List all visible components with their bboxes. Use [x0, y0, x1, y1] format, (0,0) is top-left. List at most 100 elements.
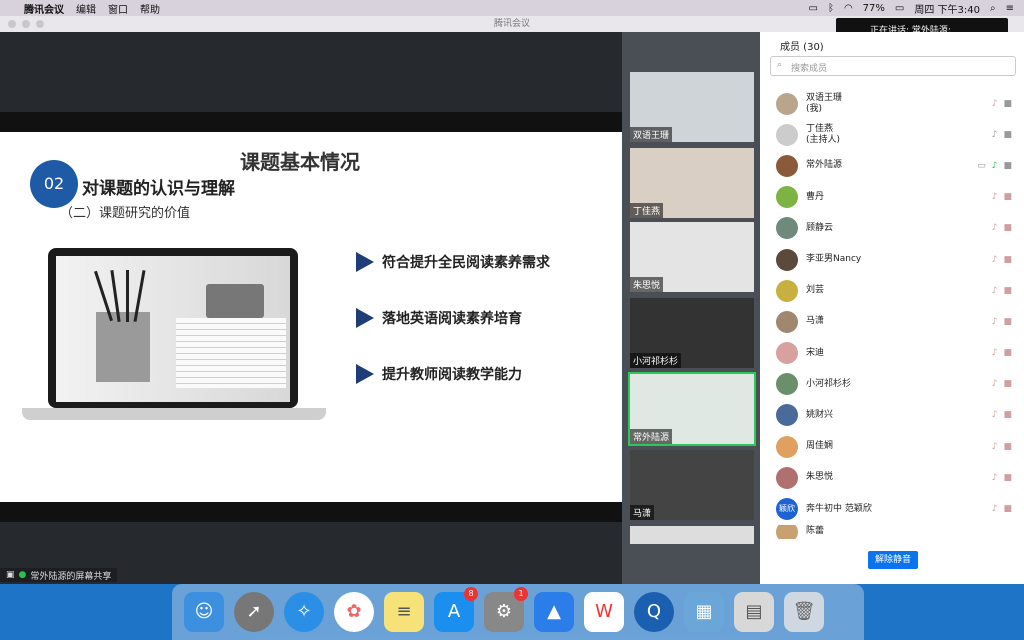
member-row[interactable]: 朱思悦 ♪ ■: [760, 462, 1024, 493]
member-name: 陈蕾: [806, 526, 825, 537]
dock: ☺ ➚ ✧ ✿ ≡ A8 ⚙ 1 ▲ W Q ▦ ▤ 🗑: [172, 584, 864, 640]
video-tile-active-speaker[interactable]: 常外陆源: [628, 372, 756, 446]
app-store-icon[interactable]: A8: [434, 587, 478, 632]
video-tile[interactable]: 双语王珊: [630, 72, 754, 142]
member-row[interactable]: 马潇 ♪ ■: [760, 306, 1024, 337]
avatar: [776, 279, 798, 302]
mic-muted-icon[interactable]: ♪: [992, 192, 998, 202]
triangle-bullet-icon: [356, 308, 374, 328]
camera-off-icon[interactable]: ■: [1003, 504, 1012, 514]
safari-icon[interactable]: ✧: [284, 592, 324, 632]
edit-menu[interactable]: 编辑: [76, 1, 96, 16]
search-members-input[interactable]: ⌕ 搜索成员: [770, 56, 1016, 76]
camera-off-icon[interactable]: ■: [1003, 286, 1012, 296]
camera-off-icon[interactable]: ■: [1003, 255, 1012, 265]
menu-list-icon[interactable]: ≡: [1006, 3, 1014, 14]
members-panel: 成员 (30) ⌕ 搜索成员 双语王珊 (我) ♪ ■ 丁佳燕 (主持人) ♪ ■ 常外陆源…: [760, 32, 1024, 584]
video-tile[interactable]: 丁佳燕: [630, 148, 754, 218]
battery-icon[interactable]: ▭: [895, 3, 904, 14]
tencent-meeting-icon[interactable]: ▲: [534, 592, 574, 632]
airplay-icon[interactable]: ▭: [808, 3, 817, 14]
close-window-button[interactable]: [8, 20, 16, 28]
mic-muted-icon[interactable]: ♪: [992, 223, 998, 233]
camera-icon[interactable]: ■: [1003, 161, 1012, 171]
app-menu[interactable]: 腾讯会议: [24, 1, 64, 16]
mic-muted-icon[interactable]: ♪: [992, 379, 998, 389]
member-row[interactable]: 姚财兴 ♪ ■: [760, 400, 1024, 431]
window-menu[interactable]: 窗口: [108, 1, 128, 16]
camera-off-icon[interactable]: ■: [1003, 410, 1012, 420]
camera-off-icon[interactable]: ■: [1003, 473, 1012, 483]
member-row[interactable]: 颖欣 奔牛初中 范颖欣 ♪ ■: [760, 493, 1024, 524]
participant-name: 双语王珊: [630, 127, 673, 142]
member-row[interactable]: 陈蕾: [760, 524, 1024, 539]
unmute-all-button[interactable]: 解除静音: [868, 551, 918, 569]
camera-off-icon[interactable]: ■: [1003, 223, 1012, 233]
video-tile[interactable]: [630, 526, 754, 544]
members-title: 成员 (30): [780, 42, 824, 53]
camera-off-icon[interactable]: ■: [1003, 442, 1012, 452]
camera-icon[interactable]: ■: [1003, 130, 1012, 140]
member-row[interactable]: 小河祁杉杉 ♪ ■: [760, 369, 1024, 400]
member-name: 小河祁杉杉: [806, 378, 852, 389]
wps-icon[interactable]: W: [584, 592, 624, 632]
slide-bottom-bar: [0, 502, 622, 522]
video-tile[interactable]: 朱思悦: [630, 222, 754, 292]
trash-icon[interactable]: 🗑: [784, 592, 824, 632]
help-menu[interactable]: 帮助: [140, 1, 160, 16]
mic-active-icon[interactable]: ♪: [992, 161, 998, 171]
camera-icon[interactable]: ■: [1003, 99, 1012, 109]
finder-icon[interactable]: ☺: [184, 592, 224, 632]
mic-muted-icon[interactable]: ♪: [992, 442, 998, 452]
camera-off-icon[interactable]: ■: [1003, 192, 1012, 202]
clock[interactable]: 周四 下午3:40: [914, 1, 980, 16]
mic-icon[interactable]: ♪: [992, 130, 998, 140]
member-row[interactable]: 曹丹 ♪ ■: [760, 182, 1024, 213]
member-row[interactable]: 丁佳燕 (主持人) ♪ ■: [760, 119, 1024, 150]
member-row[interactable]: 周佳娴 ♪ ■: [760, 431, 1024, 462]
triangle-bullet-icon: [356, 252, 374, 272]
member-role: (我): [806, 103, 823, 114]
camera-off-icon[interactable]: ■: [1003, 317, 1012, 327]
search-icon[interactable]: ⌕: [990, 3, 996, 14]
books-photo: [176, 318, 286, 388]
shared-screen-area: 课题基本情况 02 对课题的认识与理解 （二）课题研究的价值 符合提升全民阅读素…: [0, 32, 622, 584]
mic-muted-icon[interactable]: ♪: [992, 99, 998, 109]
camera-off-icon[interactable]: ■: [1003, 379, 1012, 389]
pencil-photo: [126, 270, 129, 322]
mic-muted-icon[interactable]: ♪: [992, 255, 998, 265]
video-tile[interactable]: 小河祁杉杉: [630, 298, 754, 368]
quicktime-icon[interactable]: Q: [634, 592, 674, 632]
member-row[interactable]: 顾静云 ♪ ■: [760, 213, 1024, 244]
participant-name: 马潇: [630, 505, 655, 520]
launchpad-icon[interactable]: ➚: [234, 592, 274, 632]
downloads-icon[interactable]: ▤: [734, 592, 774, 632]
camera-off-icon[interactable]: ■: [1003, 348, 1012, 358]
member-row[interactable]: 双语王珊 (我) ♪ ■: [760, 88, 1024, 119]
bluetooth-icon[interactable]: ᛒ: [828, 3, 834, 14]
zoom-window-button[interactable]: [36, 20, 44, 28]
member-row[interactable]: 刘芸 ♪ ■: [760, 275, 1024, 306]
member-row[interactable]: 宋迪 ♪ ■: [760, 338, 1024, 369]
wifi-icon[interactable]: ◠: [844, 3, 853, 14]
slide-title: 课题基本情况: [240, 150, 360, 174]
mic-muted-icon[interactable]: ♪: [992, 348, 998, 358]
member-row[interactable]: 常外陆源 ▭ ♪ ■: [760, 150, 1024, 181]
screen-share-icon[interactable]: ▭: [977, 161, 986, 171]
mic-muted-icon[interactable]: ♪: [992, 410, 998, 420]
member-name: 姚财兴: [806, 409, 834, 420]
member-row[interactable]: 李亚男Nancy ♪ ■: [760, 244, 1024, 275]
minimize-window-button[interactable]: [22, 20, 30, 28]
notes-icon[interactable]: ≡: [384, 592, 424, 632]
preview-icon[interactable]: ▦: [684, 592, 724, 632]
screen-share-label[interactable]: ▣ ● 常外陆源的屏幕共享: [0, 568, 118, 582]
system-preferences-icon[interactable]: ⚙ 1: [484, 587, 528, 632]
mic-muted-icon[interactable]: ♪: [992, 504, 998, 514]
triangle-bullet-icon: [356, 364, 374, 384]
mic-muted-icon[interactable]: ♪: [992, 286, 998, 296]
mic-muted-icon[interactable]: ♪: [992, 317, 998, 327]
video-tile[interactable]: 马潇: [630, 450, 754, 520]
photos-icon[interactable]: ✿: [334, 592, 374, 632]
mic-muted-icon[interactable]: ♪: [992, 473, 998, 483]
bullet-item: 落地英语阅读素养培育: [356, 308, 522, 328]
